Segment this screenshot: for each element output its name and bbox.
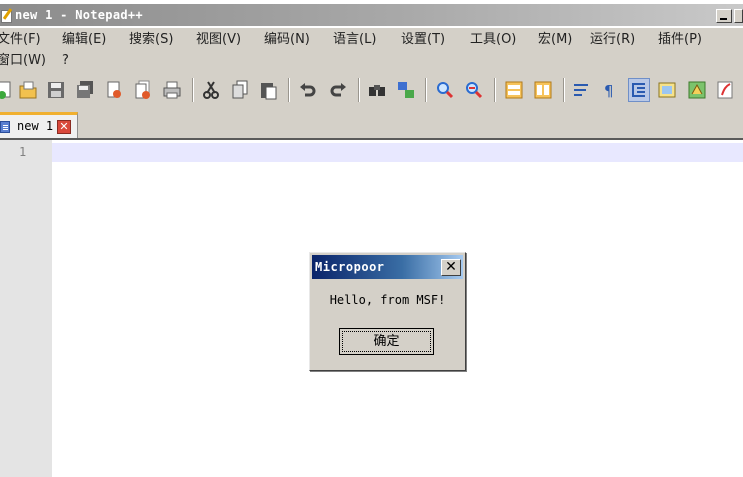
ok-button-label: 确定 xyxy=(342,331,431,352)
document-icon xyxy=(0,121,10,133)
ok-button[interactable]: 确定 xyxy=(339,328,434,355)
dialog-close-button[interactable]: ✕ xyxy=(441,259,461,276)
toolbar-separator xyxy=(192,78,194,102)
tab-close-icon[interactable]: ✕ xyxy=(57,120,71,134)
dialog-message: Hello, from MSF! xyxy=(329,293,446,307)
menu-edit[interactable]: 编辑(E) xyxy=(62,30,106,50)
line-number: 1 xyxy=(19,145,27,159)
menu-file[interactable]: 文件(F) xyxy=(0,30,41,50)
doc-map-icon[interactable] xyxy=(657,79,677,101)
toolbar: ¶ xyxy=(0,72,743,108)
window-title: new 1 - Notepad++ xyxy=(15,8,143,22)
save-all-icon[interactable] xyxy=(75,79,95,101)
dialog-title: Micropoor xyxy=(315,260,385,274)
title-bar: new 1 - Notepad++ xyxy=(0,4,743,26)
replace-icon[interactable] xyxy=(396,79,416,101)
toolbar-separator xyxy=(563,78,565,102)
save-icon[interactable] xyxy=(46,79,66,101)
close-icon[interactable] xyxy=(104,79,124,101)
menu-language[interactable]: 语言(L) xyxy=(333,30,376,50)
redo-icon[interactable] xyxy=(328,79,348,101)
word-wrap-icon[interactable] xyxy=(572,79,592,101)
show-all-chars-icon[interactable]: ¶ xyxy=(600,79,620,101)
menu-search[interactable]: 搜索(S) xyxy=(129,30,173,50)
undo-icon[interactable] xyxy=(298,79,318,101)
sync-vertical-icon[interactable] xyxy=(504,79,524,101)
copy-icon[interactable] xyxy=(230,79,250,101)
dialog-title-bar: Micropoor ✕ xyxy=(312,255,463,279)
cut-icon[interactable] xyxy=(201,79,221,101)
menu-window[interactable]: 窗口(W) xyxy=(0,51,46,71)
new-file-icon[interactable] xyxy=(0,79,14,101)
menu-encoding[interactable]: 编码(N) xyxy=(264,30,310,50)
zoom-out-icon[interactable] xyxy=(464,79,484,101)
tab-label: new 1 xyxy=(17,119,54,133)
tab-strip: new 1 ✕ xyxy=(0,108,743,140)
toolbar-separator xyxy=(288,78,290,102)
maximize-button[interactable] xyxy=(734,9,743,23)
notepad-app-icon xyxy=(1,8,13,23)
sync-horizontal-icon[interactable] xyxy=(533,79,553,101)
toolbar-separator xyxy=(494,78,496,102)
print-icon[interactable] xyxy=(162,79,182,101)
menu-settings[interactable]: 设置(T) xyxy=(401,30,445,50)
menu-help[interactable]: ? xyxy=(62,51,69,71)
toolbar-separator xyxy=(358,78,360,102)
svg-text:¶: ¶ xyxy=(604,82,614,100)
line-number-gutter: 1 xyxy=(0,140,52,477)
menu-run[interactable]: 运行(R) xyxy=(590,30,635,50)
indent-guide-icon[interactable] xyxy=(628,78,650,102)
minimize-button[interactable] xyxy=(716,9,732,23)
paste-icon[interactable] xyxy=(258,79,278,101)
open-file-icon[interactable] xyxy=(18,79,38,101)
folder-as-workspace-icon[interactable] xyxy=(715,79,735,101)
message-dialog: Micropoor ✕ Hello, from MSF! 确定 xyxy=(309,252,466,371)
zoom-in-icon[interactable] xyxy=(435,79,455,101)
menu-view[interactable]: 视图(V) xyxy=(196,30,241,50)
function-list-icon[interactable] xyxy=(687,79,707,101)
current-line-highlight xyxy=(52,143,743,162)
menu-tools[interactable]: 工具(O) xyxy=(470,30,516,50)
tab-new-1[interactable]: new 1 ✕ xyxy=(0,112,78,140)
menu-macro[interactable]: 宏(M) xyxy=(538,30,572,50)
find-icon[interactable] xyxy=(367,79,387,101)
toolbar-separator xyxy=(425,78,427,102)
menu-plugins[interactable]: 插件(P) xyxy=(658,30,702,50)
menu-bar: 文件(F) 编辑(E) 搜索(S) 视图(V) 编码(N) 语言(L) 设置(T… xyxy=(0,28,743,72)
close-all-icon[interactable] xyxy=(133,79,153,101)
